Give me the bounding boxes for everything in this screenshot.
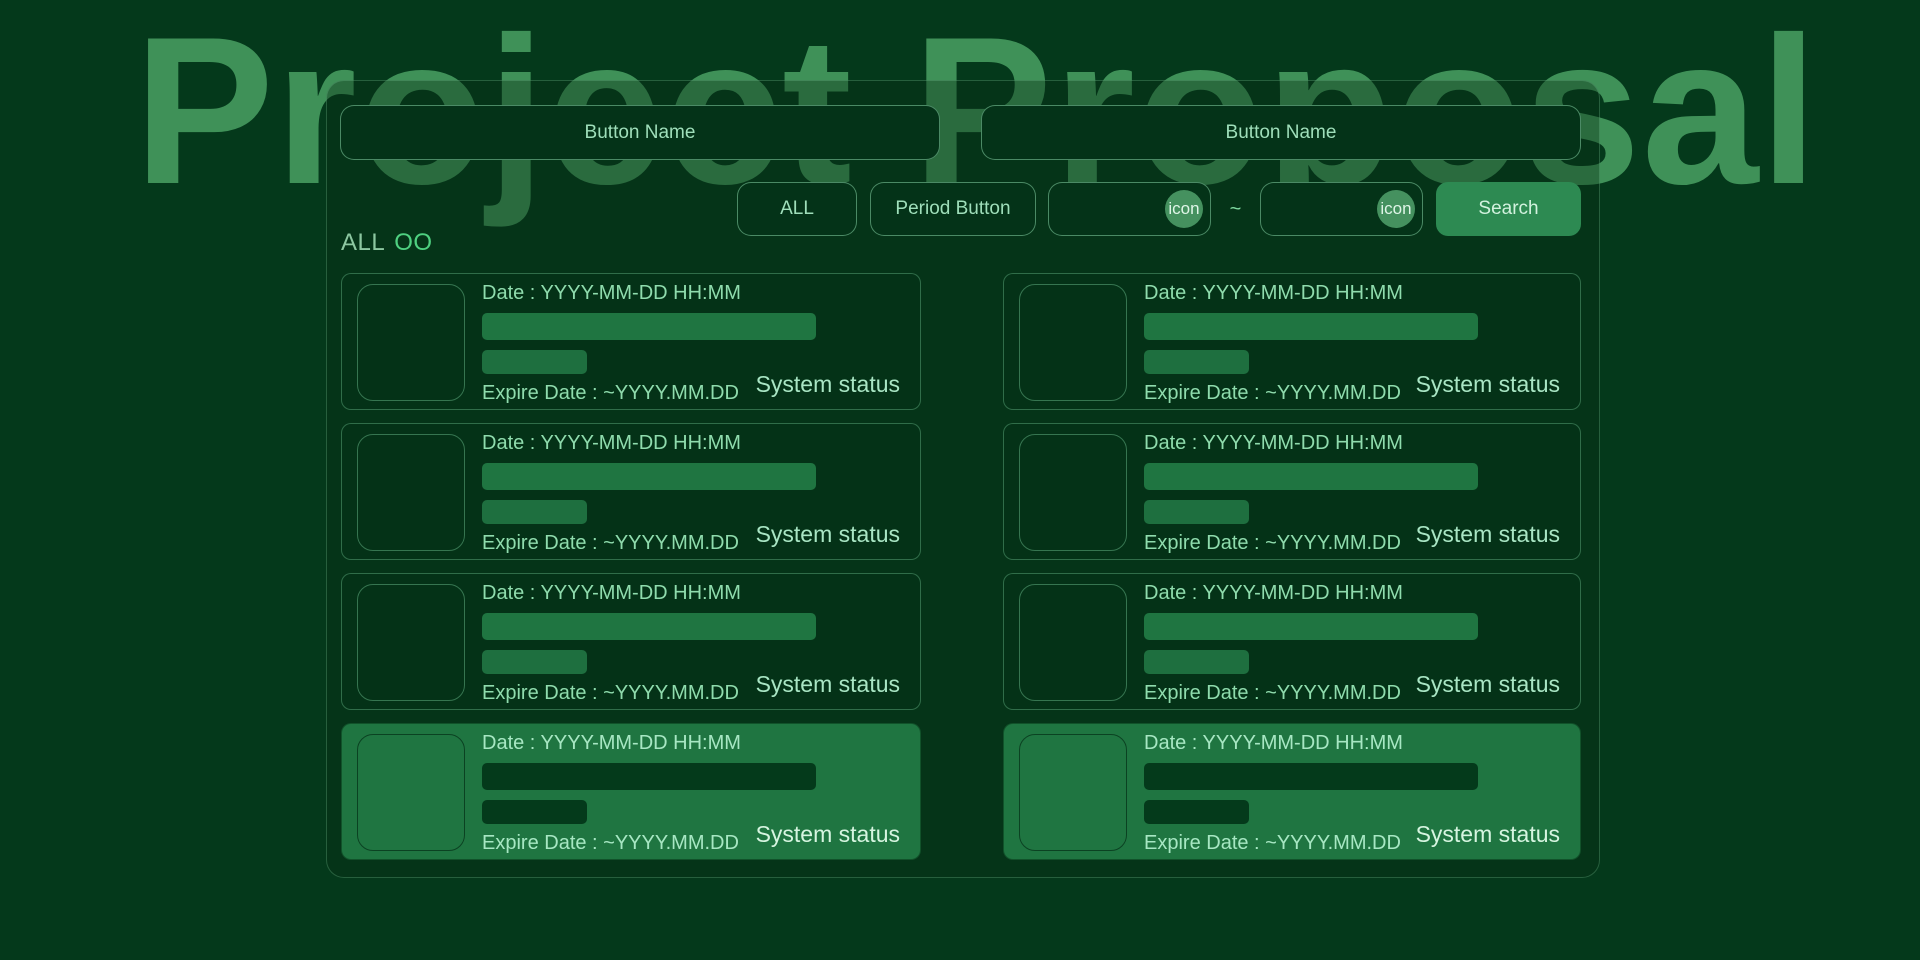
all-filter-button[interactable]: ALL — [737, 182, 857, 236]
system-status-label: System status — [756, 671, 900, 698]
system-status-label: System status — [1416, 371, 1560, 398]
thumbnail-placeholder — [1019, 284, 1127, 401]
card-grid: Date : YYYY-MM-DD HH:MM Expire Date : ~Y… — [341, 273, 1581, 860]
expire-date-label: Expire Date : ~YYYY.MM.DD — [1144, 532, 1401, 555]
expire-date-label: Expire Date : ~YYYY.MM.DD — [482, 532, 739, 555]
thumbnail-placeholder — [357, 284, 465, 401]
thumbnail-placeholder — [1019, 734, 1127, 851]
calendar-icon[interactable]: icon — [1377, 190, 1415, 228]
title-placeholder-bar — [1144, 313, 1478, 340]
thumbnail-placeholder — [357, 584, 465, 701]
item-card[interactable]: Date : YYYY-MM-DD HH:MM Expire Date : ~Y… — [341, 573, 921, 710]
subtitle-placeholder-bar — [1144, 500, 1249, 524]
date-label: Date : YYYY-MM-DD HH:MM — [1144, 432, 1403, 455]
date-label: Date : YYYY-MM-DD HH:MM — [482, 732, 741, 755]
subtitle-placeholder-bar — [1144, 350, 1249, 374]
expire-date-label: Expire Date : ~YYYY.MM.DD — [482, 832, 739, 855]
item-card[interactable]: Date : YYYY-MM-DD HH:MM Expire Date : ~Y… — [1003, 573, 1581, 710]
subtitle-placeholder-bar — [482, 650, 587, 674]
header-button-left[interactable]: Button Name — [340, 105, 940, 160]
main-panel: Button Name Button Name ALL Period Butto… — [326, 80, 1600, 878]
subtitle-placeholder-bar — [1144, 650, 1249, 674]
title-placeholder-bar — [1144, 613, 1478, 640]
calendar-icon[interactable]: icon — [1165, 190, 1203, 228]
title-placeholder-bar — [482, 463, 816, 490]
subtitle-placeholder-bar — [1144, 800, 1249, 824]
thumbnail-placeholder — [1019, 434, 1127, 551]
title-placeholder-bar — [482, 613, 816, 640]
section-label: ALL OO — [341, 229, 433, 257]
title-placeholder-bar — [482, 313, 816, 340]
date-label: Date : YYYY-MM-DD HH:MM — [1144, 282, 1403, 305]
system-status-label: System status — [1416, 521, 1560, 548]
section-count: OO — [394, 229, 432, 256]
expire-date-label: Expire Date : ~YYYY.MM.DD — [1144, 832, 1401, 855]
date-label: Date : YYYY-MM-DD HH:MM — [1144, 732, 1403, 755]
expire-date-label: Expire Date : ~YYYY.MM.DD — [1144, 382, 1401, 405]
period-filter-button[interactable]: Period Button — [870, 182, 1036, 236]
title-placeholder-bar — [1144, 463, 1478, 490]
search-button[interactable]: Search — [1436, 182, 1581, 236]
item-card[interactable]: Date : YYYY-MM-DD HH:MM Expire Date : ~Y… — [341, 723, 921, 860]
system-status-label: System status — [1416, 671, 1560, 698]
date-label: Date : YYYY-MM-DD HH:MM — [482, 582, 741, 605]
thumbnail-placeholder — [1019, 584, 1127, 701]
subtitle-placeholder-bar — [482, 800, 587, 824]
expire-date-label: Expire Date : ~YYYY.MM.DD — [482, 682, 739, 705]
subtitle-placeholder-bar — [482, 350, 587, 374]
system-status-label: System status — [756, 371, 900, 398]
date-label: Date : YYYY-MM-DD HH:MM — [482, 432, 741, 455]
title-placeholder-bar — [1144, 763, 1478, 790]
system-status-label: System status — [756, 521, 900, 548]
item-card[interactable]: Date : YYYY-MM-DD HH:MM Expire Date : ~Y… — [341, 423, 921, 560]
date-end-input[interactable]: icon — [1260, 182, 1423, 236]
item-card[interactable]: Date : YYYY-MM-DD HH:MM Expire Date : ~Y… — [1003, 723, 1581, 860]
title-placeholder-bar — [482, 763, 816, 790]
section-title: ALL — [341, 229, 385, 256]
date-range-separator: ~ — [1211, 182, 1260, 236]
expire-date-label: Expire Date : ~YYYY.MM.DD — [1144, 682, 1401, 705]
thumbnail-placeholder — [357, 734, 465, 851]
date-start-input[interactable]: icon — [1048, 182, 1211, 236]
date-label: Date : YYYY-MM-DD HH:MM — [1144, 582, 1403, 605]
item-card[interactable]: Date : YYYY-MM-DD HH:MM Expire Date : ~Y… — [1003, 273, 1581, 410]
system-status-label: System status — [756, 821, 900, 848]
expire-date-label: Expire Date : ~YYYY.MM.DD — [482, 382, 739, 405]
subtitle-placeholder-bar — [482, 500, 587, 524]
thumbnail-placeholder — [357, 434, 465, 551]
header-button-right[interactable]: Button Name — [981, 105, 1581, 160]
item-card[interactable]: Date : YYYY-MM-DD HH:MM Expire Date : ~Y… — [1003, 423, 1581, 560]
system-status-label: System status — [1416, 821, 1560, 848]
date-label: Date : YYYY-MM-DD HH:MM — [482, 282, 741, 305]
item-card[interactable]: Date : YYYY-MM-DD HH:MM Expire Date : ~Y… — [341, 273, 921, 410]
